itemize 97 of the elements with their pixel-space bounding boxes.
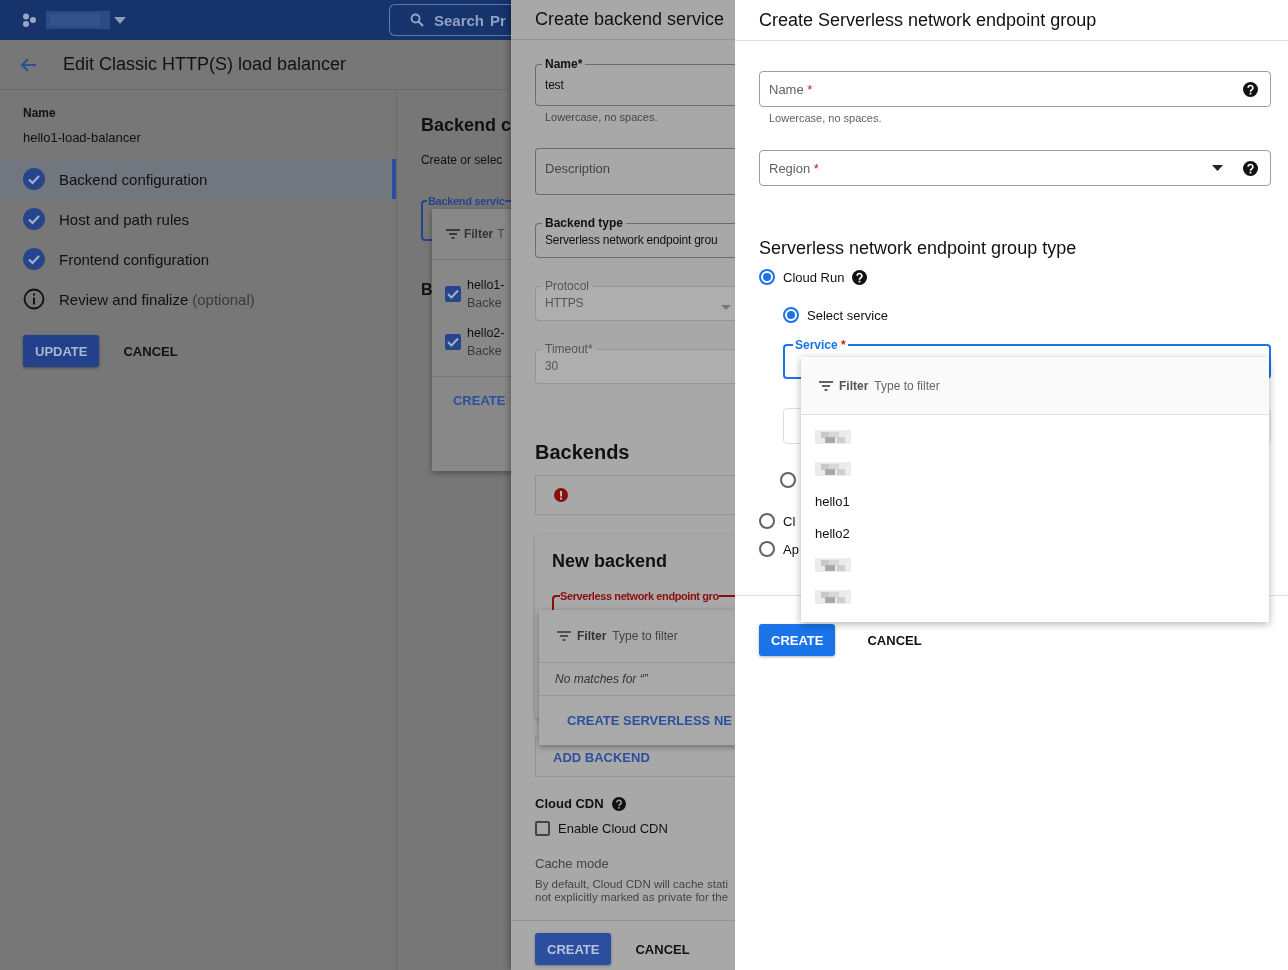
step-item[interactable]: Backend configuration	[0, 159, 396, 199]
filter-label: Filter	[577, 629, 607, 643]
cancel-button[interactable]: CANCEL	[855, 624, 934, 656]
search-field[interactable]: Search Pr	[389, 4, 511, 36]
help-icon[interactable]	[852, 269, 868, 285]
field-value: Serverless network endpoint grou	[545, 233, 718, 247]
panel-title: Create Serverless network endpoint group	[759, 9, 1097, 31]
field-label: Name *	[769, 81, 813, 97]
filter-icon	[445, 229, 460, 239]
radio-button[interactable]	[759, 269, 775, 285]
menu-item[interactable]: hello2	[815, 525, 850, 541]
filter-icon	[819, 380, 833, 391]
field-label: Region *	[769, 160, 819, 176]
search-icon	[410, 13, 424, 27]
checkbox[interactable]	[535, 821, 550, 836]
field-value: HTTPS	[545, 296, 584, 310]
check-circle-icon	[23, 248, 45, 270]
filter-icon	[557, 631, 571, 641]
item-name: hello1-	[466, 278, 505, 292]
blurred-text[interactable]	[815, 556, 851, 574]
section-heading: Backends	[535, 440, 631, 464]
step-item[interactable]: Review and finalize (optional)	[0, 279, 396, 319]
name-value: hello1-load-balancer	[22, 130, 142, 145]
radio-button[interactable]	[783, 307, 799, 323]
field-label: Serverless network endpoint gro	[560, 590, 719, 602]
description-text: By default, Cloud CDN will cache stati	[535, 878, 730, 890]
field-label: Timeout*	[544, 342, 594, 356]
filter-placeholder: T	[497, 227, 505, 241]
radio-label: Ap	[783, 541, 799, 557]
helper-text: Lowercase, no spaces.	[768, 112, 883, 124]
field-value: test	[545, 78, 564, 92]
error-icon	[554, 488, 568, 502]
radio-label: Select service	[807, 307, 888, 323]
help-icon[interactable]	[1243, 81, 1258, 97]
create-button[interactable]: CREATE	[535, 933, 612, 965]
empty-message: No matches for “”	[555, 672, 648, 686]
update-button[interactable]: UPDATE	[23, 335, 100, 367]
help-icon[interactable]	[1243, 160, 1258, 176]
section-heading: B	[420, 281, 433, 299]
checkbox-label: Enable Cloud CDN	[558, 821, 668, 836]
filter-placeholder: Type to filter	[612, 629, 678, 643]
caret-icon	[721, 305, 731, 310]
check-circle-icon	[23, 168, 45, 190]
radio-button[interactable]	[780, 472, 796, 488]
search-label: Search	[434, 11, 485, 29]
filter-label: Filter	[839, 378, 869, 393]
description-text: not explicitly marked as private for the	[535, 891, 730, 903]
filter-field[interactable]: Filter Type to filter	[801, 357, 1269, 415]
radio-label: Cl	[783, 513, 796, 529]
text-field[interactable]: Name *	[759, 71, 1271, 107]
caret-icon[interactable]	[114, 16, 126, 24]
item-name: hello2-	[466, 326, 505, 340]
section-heading: Serverless network endpoint group type	[759, 238, 1078, 259]
blurred-text[interactable]	[815, 460, 851, 478]
field-label: Protocol	[544, 279, 591, 293]
field-label: Name*	[544, 57, 584, 71]
cancel-button[interactable]: CANCEL	[111, 335, 190, 367]
create-neg-link[interactable]: CREATE SERVERLESS NE	[567, 712, 732, 728]
add-backend-link[interactable]: ADD BACKEND	[553, 749, 650, 765]
info-icon	[23, 288, 45, 310]
panel-title: Create backend service	[535, 9, 725, 30]
cancel-button[interactable]: CANCEL	[623, 933, 702, 965]
field-label: Backend servic	[426, 195, 506, 207]
checkbox[interactable]	[444, 286, 461, 302]
cdn-label: Cloud CDN	[535, 796, 604, 811]
blurred-text[interactable]	[815, 588, 851, 606]
check-circle-icon	[23, 208, 45, 230]
description-field[interactable]: Description	[535, 148, 735, 195]
filter-label: Filter	[463, 227, 494, 241]
dots-logo-icon[interactable]	[22, 13, 36, 27]
item-subtitle: Backe	[466, 296, 503, 310]
card-title: New backend	[552, 551, 669, 572]
step-item[interactable]: Frontend configuration	[0, 239, 396, 279]
section-subtitle: Create or selec	[420, 153, 504, 167]
helper-text: Lowercase, no spaces.	[544, 111, 659, 123]
blurred-text[interactable]	[815, 428, 851, 446]
cache-mode-label: Cache mode	[535, 856, 610, 871]
radio-button[interactable]	[759, 541, 775, 557]
radio-label: Cloud Run	[783, 269, 845, 285]
name-label: Name	[22, 106, 57, 120]
field-label: Backend type	[544, 216, 625, 230]
checkbox[interactable]	[444, 334, 461, 350]
page-title: Edit Classic HTTP(S) load balancer	[63, 54, 347, 75]
step-item[interactable]: Host and path rules	[0, 199, 396, 239]
search-text: Pr	[490, 11, 506, 29]
field-placeholder: Description	[545, 161, 611, 176]
caret-icon	[1212, 165, 1223, 171]
item-subtitle: Backe	[466, 344, 503, 358]
menu-item[interactable]: hello1	[815, 493, 850, 509]
create-button[interactable]: CREATE	[759, 624, 836, 656]
help-icon[interactable]	[611, 796, 626, 811]
field-value: 30	[545, 359, 558, 373]
field-label: Service *	[794, 338, 847, 352]
filter-placeholder: Type to filter	[874, 378, 940, 393]
section-heading: Backend c	[420, 115, 511, 136]
radio-button[interactable]	[759, 513, 775, 529]
text-field[interactable]: Region *	[759, 150, 1271, 186]
